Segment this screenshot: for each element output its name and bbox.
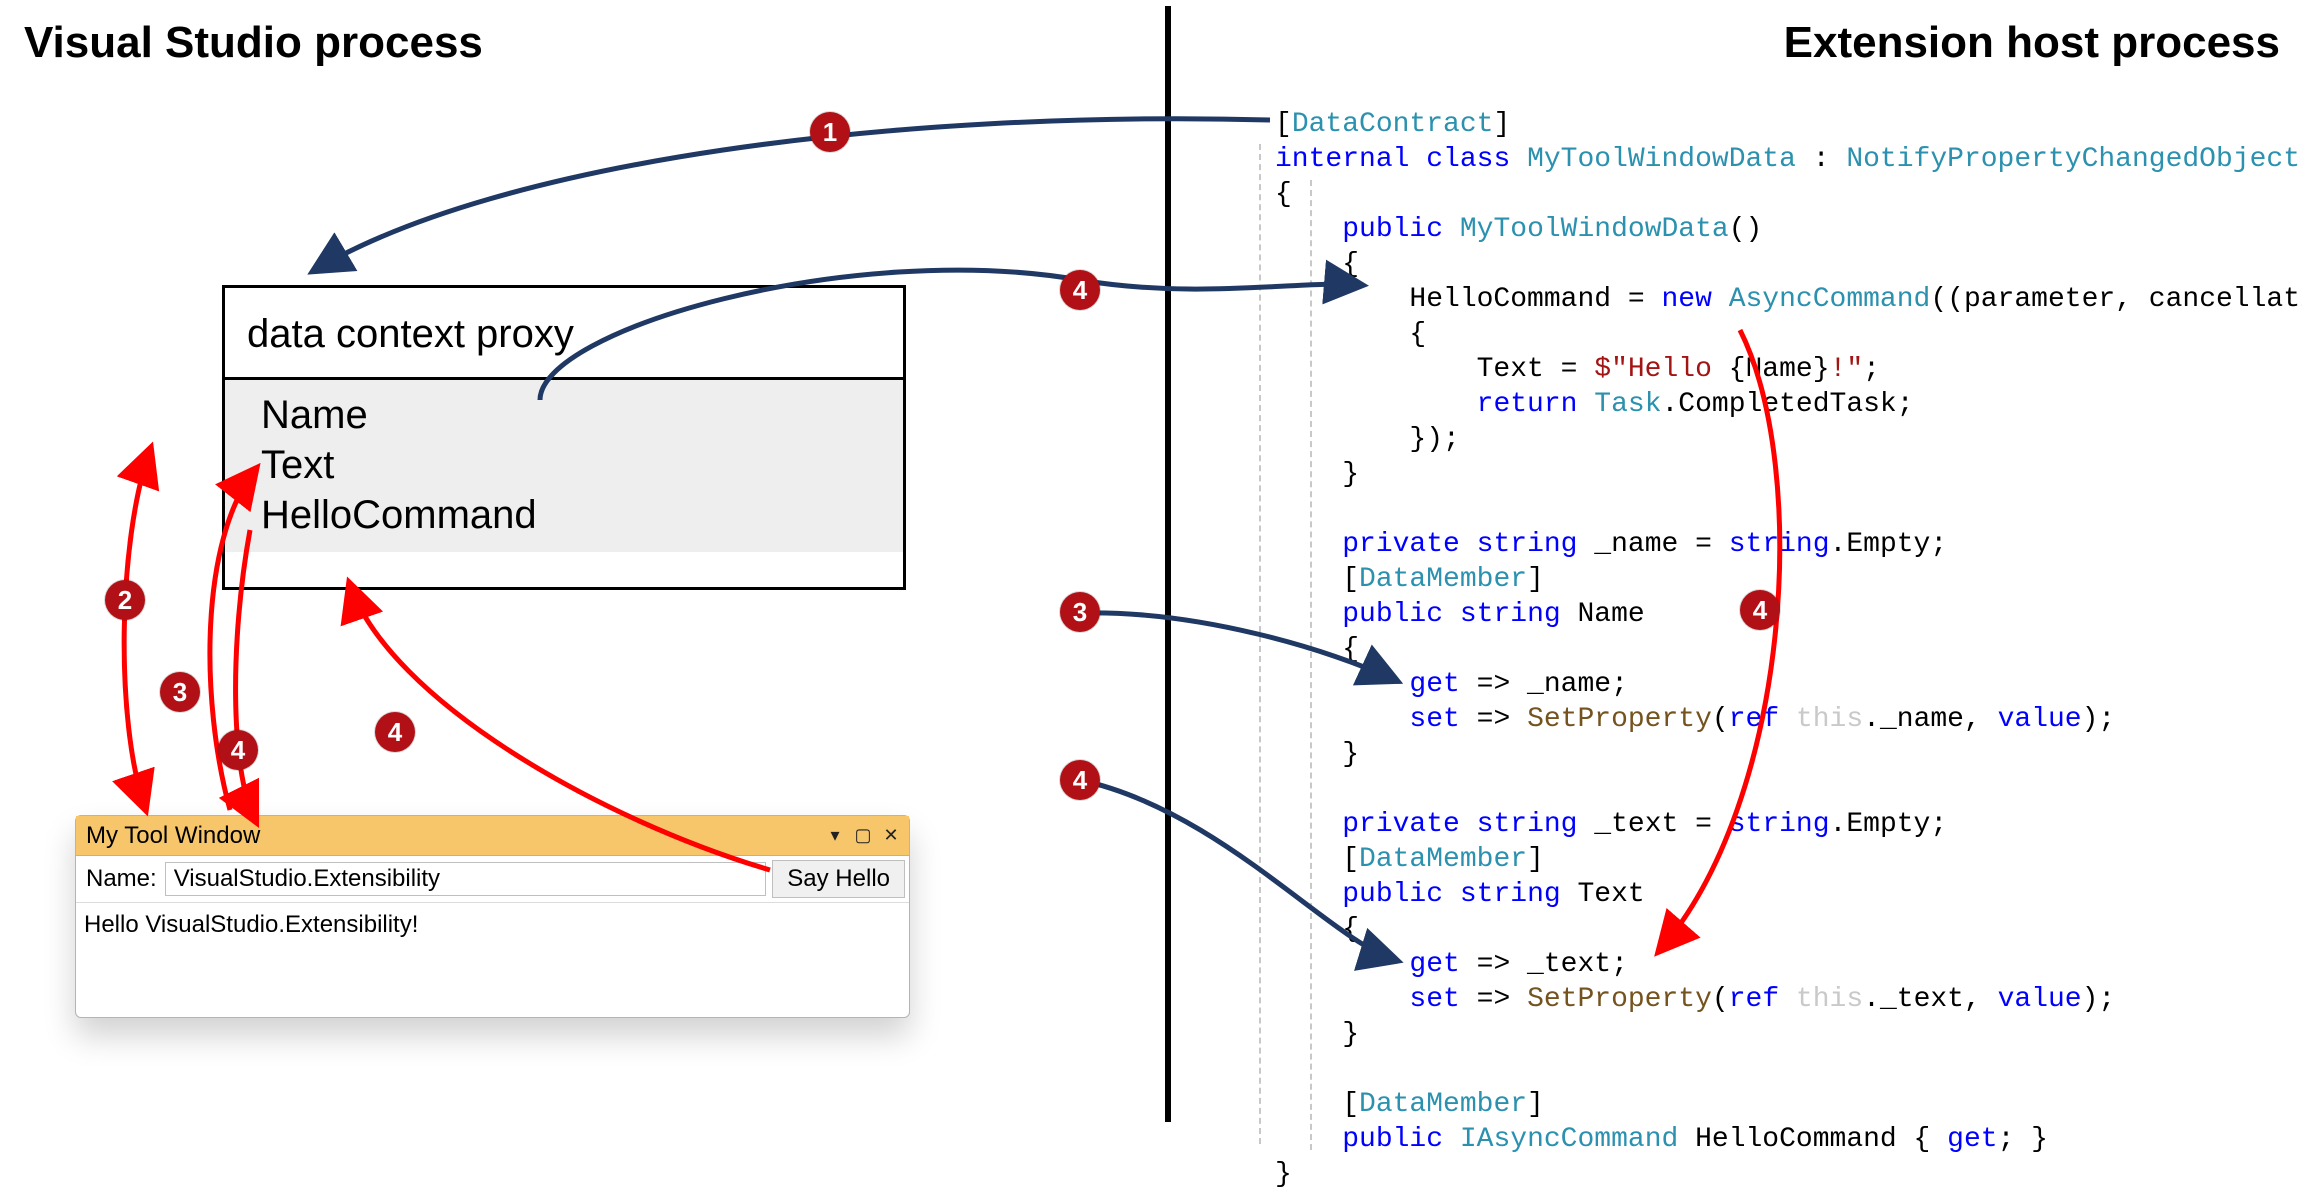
code-brace-gutter-outer — [1259, 144, 1261, 1144]
badge-4-a: 4 — [218, 730, 258, 770]
tool-window-output: Hello VisualStudio.Extensibility! — [76, 903, 909, 1017]
badge-4-d: 4 — [1060, 760, 1100, 800]
badge-2: 2 — [105, 580, 145, 620]
badge-3-right: 3 — [1060, 592, 1100, 632]
badge-3-left: 3 — [160, 672, 200, 712]
tool-window-titlebar: My Tool Window ▾ ▢ ✕ — [76, 816, 909, 856]
dropdown-icon[interactable]: ▾ — [825, 826, 845, 846]
proxy-box-properties: Name Text HelloCommand — [225, 380, 903, 552]
data-context-proxy-box: data context proxy Name Text HelloComman… — [222, 285, 906, 590]
process-divider — [1165, 6, 1171, 1122]
badge-4-c: 4 — [1060, 270, 1100, 310]
tool-window-input-row: Name: Say Hello — [76, 856, 909, 903]
badge-4-b: 4 — [375, 712, 415, 752]
name-label: Name: — [80, 865, 165, 893]
proxy-box-title: data context proxy — [225, 288, 903, 380]
tool-window: My Tool Window ▾ ▢ ✕ Name: Say Hello Hel… — [75, 815, 910, 1018]
heading-ext-host-process: Extension host process — [1784, 18, 2280, 68]
badge-4-e: 4 — [1740, 590, 1780, 630]
badge-1: 1 — [810, 112, 850, 152]
tool-window-title: My Tool Window — [86, 822, 825, 850]
code-listing: [DataContract] internal class MyToolWind… — [1275, 72, 2302, 1192]
maximize-icon[interactable]: ▢ — [853, 826, 873, 846]
close-icon[interactable]: ✕ — [881, 826, 901, 846]
name-input[interactable] — [165, 862, 767, 896]
heading-vs-process: Visual Studio process — [24, 18, 483, 68]
proxy-prop-text: Text — [261, 440, 881, 490]
say-hello-button[interactable]: Say Hello — [772, 860, 905, 898]
proxy-prop-hellocommand: HelloCommand — [261, 490, 881, 540]
proxy-prop-name: Name — [261, 390, 881, 440]
